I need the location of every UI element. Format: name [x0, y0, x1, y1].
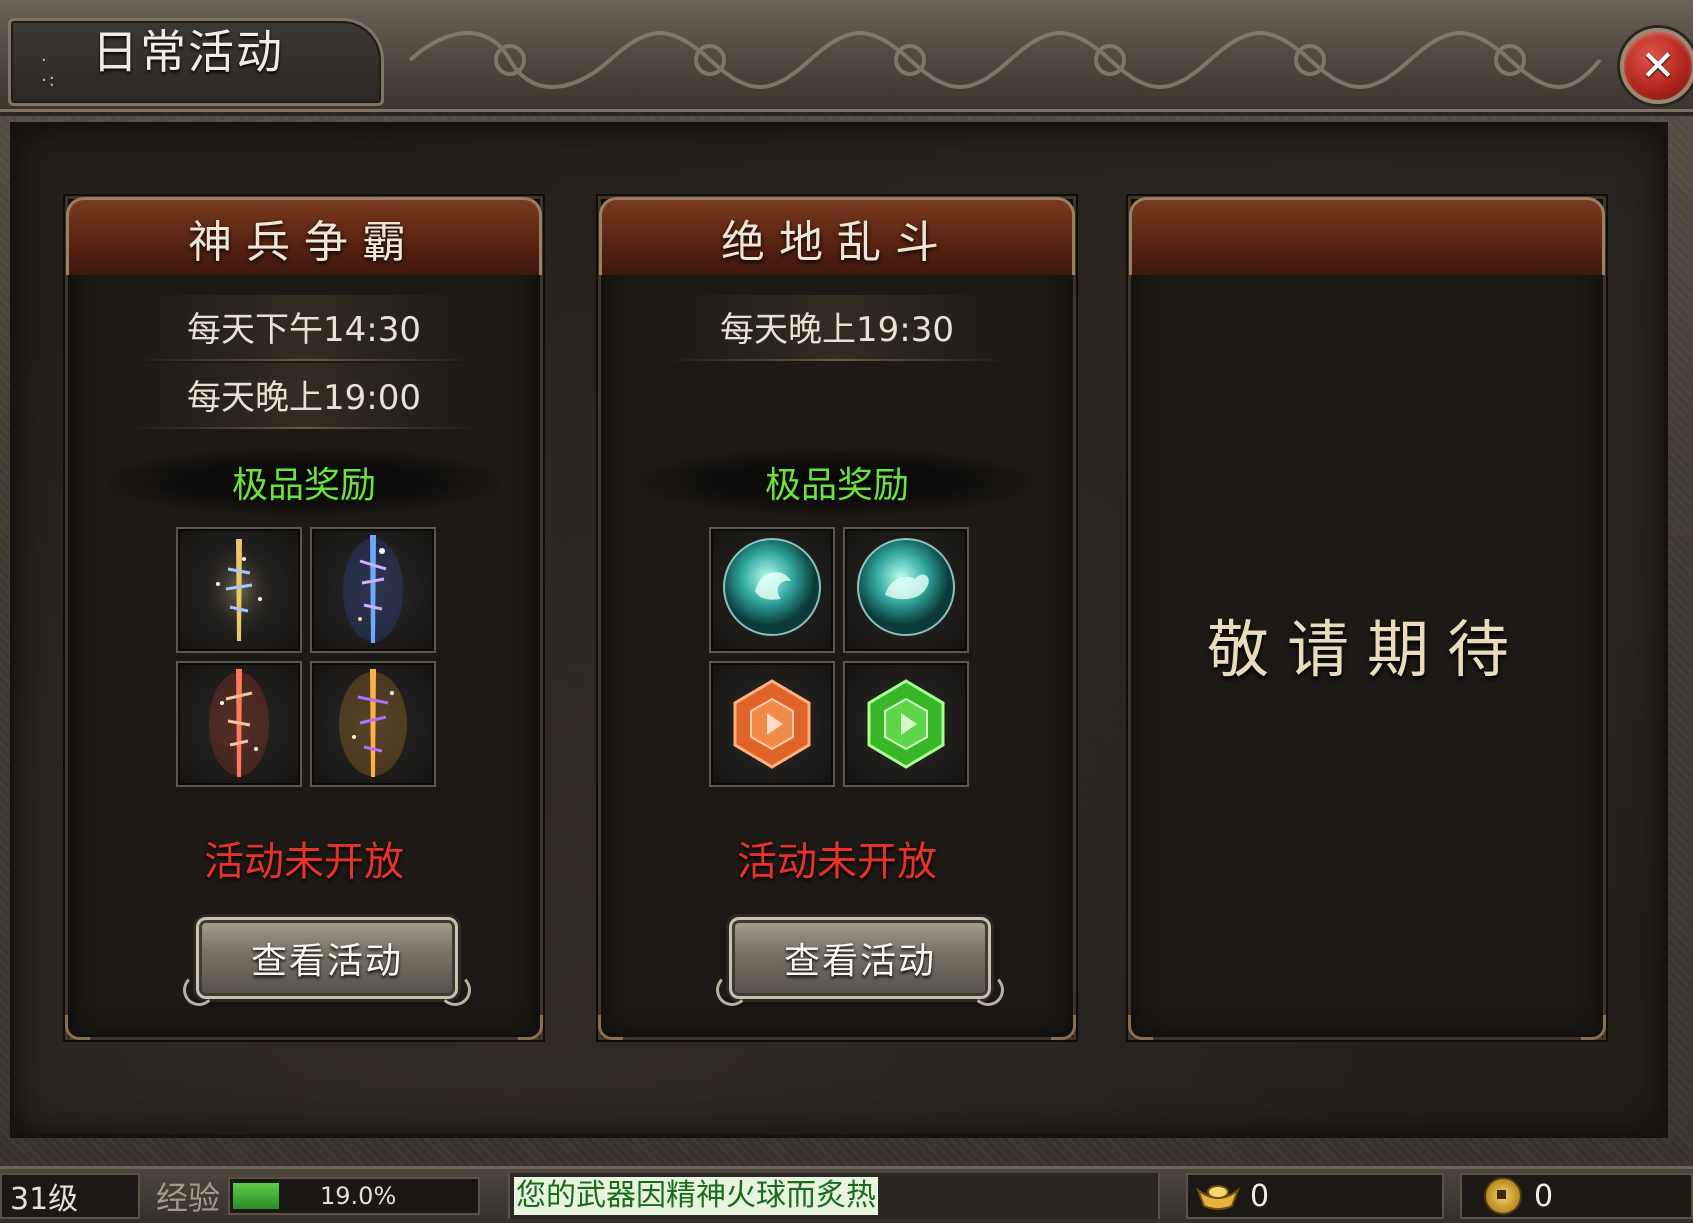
reward-slot[interactable]: [709, 661, 835, 787]
button-label: 查看活动: [250, 941, 403, 982]
message-text: 您的武器因精神火球而炙热: [514, 1177, 878, 1215]
reward-slot[interactable]: [176, 527, 302, 653]
reward-slot[interactable]: [843, 527, 969, 653]
view-activity-button[interactable]: 查看活动: [183, 917, 471, 1006]
panel-header: 神兵争霸: [66, 197, 542, 275]
activity-panel-3: 敬请期待: [1128, 196, 1606, 1040]
orange-gem-icon: [733, 679, 811, 769]
schedule-time: 每天晚上19:30: [661, 295, 1013, 359]
red-sword-icon: [209, 669, 269, 777]
gold-counter: 0: [1186, 1173, 1444, 1219]
activity-panel-2: 绝地乱斗 每天晚上19:30 极品奖励 活动未开放 查看活动: [598, 196, 1076, 1040]
button-ornament: [972, 974, 1004, 1006]
panel-header: [1129, 197, 1605, 275]
window-title: 日常活动: [92, 25, 284, 79]
panel-corner: [518, 1015, 543, 1040]
reward-slot[interactable]: [176, 661, 302, 787]
divider: [128, 359, 480, 361]
gold-value: 0: [1250, 1178, 1270, 1214]
exp-bar: 19.0%: [228, 1177, 480, 1215]
title-bar: · ·: 日常活动 ✕: [0, 0, 1693, 116]
panel-corner: [1581, 1015, 1606, 1040]
panel-header: 绝地乱斗: [599, 197, 1075, 275]
button-ornament: [439, 974, 471, 1006]
view-activity-button[interactable]: 查看活动: [716, 917, 1004, 1006]
green-gem-icon: [867, 679, 945, 769]
panel-title: 绝地乱斗: [721, 216, 953, 268]
system-message: 您的武器因精神火球而炙热: [508, 1173, 1160, 1219]
title-dots: · ·:: [41, 50, 57, 91]
activity-panel-1: 神兵争霸 每天下午14:30 每天晚上19:00 极品奖励 活动未开放 查看活动: [65, 196, 543, 1040]
exp-label: 经验: [156, 1179, 221, 1217]
button-ornament: [183, 974, 215, 1006]
panel-corner: [1128, 1015, 1153, 1040]
panel-corner: [1051, 1015, 1076, 1040]
rooster-orb-icon: [723, 538, 821, 636]
coin-icon: [1484, 1177, 1522, 1215]
exp-value: 19.0%: [320, 1182, 397, 1210]
player-level: 31级: [0, 1173, 140, 1219]
schedule-time: 每天晚上19:00: [128, 363, 480, 427]
reward-slot[interactable]: [709, 527, 835, 653]
button-label: 查看活动: [783, 941, 936, 982]
gold-sword-icon: [201, 538, 277, 642]
reward-slot[interactable]: [843, 661, 969, 787]
reward-slot[interactable]: [310, 661, 436, 787]
coin-value: 0: [1534, 1178, 1554, 1214]
button-ornament: [716, 974, 748, 1006]
exp-fill: [233, 1183, 279, 1209]
gold-ingot-icon: [1196, 1185, 1240, 1210]
reward-grid: [709, 527, 971, 789]
panel-corner: [65, 1015, 90, 1040]
activity-status: 活动未开放: [737, 839, 937, 885]
divider: [661, 359, 1013, 361]
divider: [128, 427, 480, 429]
title-ornament: [408, 31, 1602, 89]
reward-slot[interactable]: [310, 527, 436, 653]
close-icon: ✕: [1640, 41, 1676, 90]
schedule-time: 每天下午14:30: [128, 295, 480, 359]
coin-counter: 0: [1460, 1173, 1693, 1219]
activity-status: 活动未开放: [204, 839, 404, 885]
coming-soon-text: 敬请期待: [1206, 613, 1527, 686]
reward-grid: [176, 527, 438, 789]
panel-corner: [598, 1015, 623, 1040]
blue-sword-icon: [343, 535, 403, 643]
reward-title: 极品奖励: [641, 449, 1033, 515]
panel-title: 神兵争霸: [188, 216, 420, 268]
dog-orb-icon: [857, 538, 955, 636]
orange-sword-icon: [339, 669, 407, 777]
window-frame: · ·: 日常活动 ✕ 神兵争霸 每天下午14:30 每天晚上19:00 极品奖励: [0, 0, 1693, 1223]
close-button[interactable]: ✕: [1620, 28, 1693, 104]
status-bar: 31级 经验 19.0% 您的武器因精神火球而炙热 0 0: [0, 1166, 1693, 1223]
reward-title: 极品奖励: [108, 449, 500, 515]
